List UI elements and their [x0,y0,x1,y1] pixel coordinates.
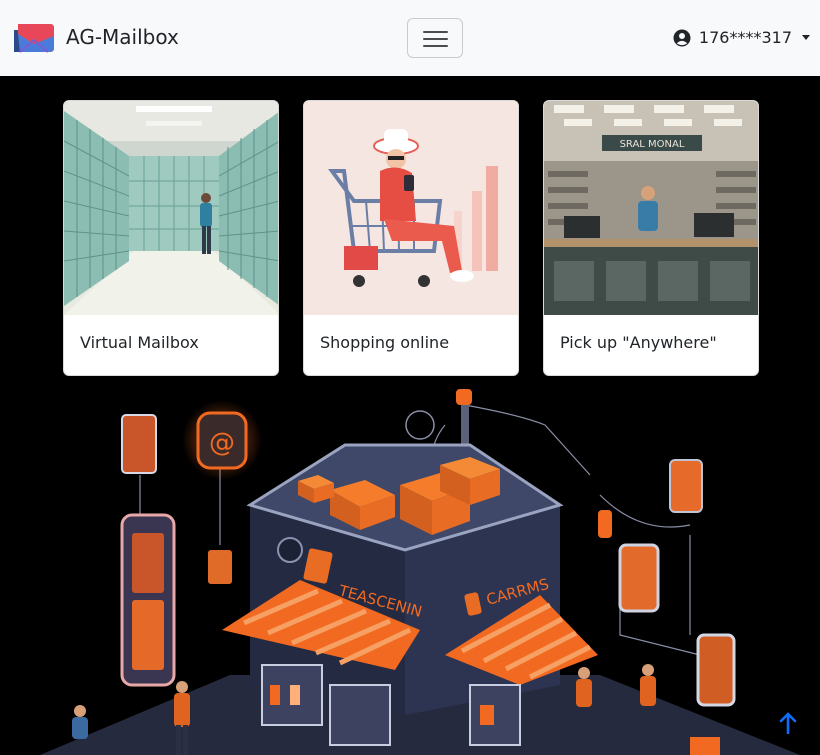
card-image-mailbox-hall [64,101,278,315]
brand-name: AG-Mailbox [66,25,179,49]
card-virtual-mailbox[interactable]: Virtual Mailbox [63,100,279,376]
user-phone-label: 176****317 [698,28,792,47]
chevron-down-icon [802,35,810,40]
user-menu[interactable]: 176****317 [673,28,810,47]
card-image-store-counter: SRAL MONAL [544,101,758,315]
navbar: AG-Mailbox 176****317 [0,0,820,76]
counter-sign-text: SRAL MONAL [620,139,685,150]
hero-store-illustration: @ TEASCENIN CARRMS [0,385,820,755]
card-pick-up-anywhere[interactable]: SRAL MONAL Pick up "Anywhere" [543,100,759,376]
card-title: Pick up "Anywhere" [560,333,717,352]
card-image-shopping-cart [304,101,518,315]
brand-link[interactable]: AG-Mailbox [12,20,179,54]
card-title: Shopping online [320,333,450,352]
mailbox-logo-icon [14,24,54,53]
navbar-toggle-button[interactable] [407,18,463,58]
user-circle-icon [673,29,691,46]
card-title: Virtual Mailbox [80,333,199,352]
arrow-up-icon[interactable] [778,712,798,734]
card-shopping-online[interactable]: Shopping online [303,100,519,376]
svg-text:@: @ [209,428,235,458]
